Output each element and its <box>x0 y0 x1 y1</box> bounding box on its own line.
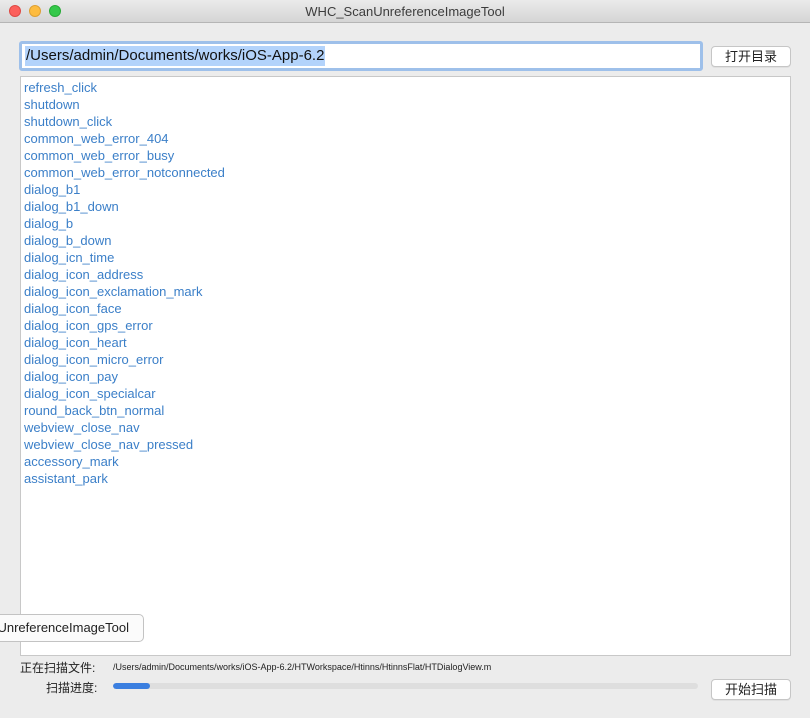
scan-progress-fill <box>113 683 151 689</box>
image-list-item[interactable]: common_web_error_busy <box>24 147 790 164</box>
image-list-item[interactable]: dialog_icon_micro_error <box>24 351 790 368</box>
image-list-item[interactable]: dialog_b1_down <box>24 198 790 215</box>
image-list-item[interactable]: refresh_click <box>24 79 790 96</box>
image-list-item[interactable]: accessory_mark <box>24 453 790 470</box>
image-list-item[interactable]: common_web_error_404 <box>24 130 790 147</box>
image-list-item[interactable]: dialog_icon_heart <box>24 334 790 351</box>
tooltip-text: WHC_ScanUnreferenceImageTool <box>0 620 129 635</box>
title-bar[interactable]: WHC_ScanUnreferenceImageTool <box>0 0 810 23</box>
scan-progress-label: 扫描进度: <box>46 681 98 695</box>
image-list-item[interactable]: dialog_b1 <box>24 181 790 198</box>
open-directory-button[interactable]: 打开目录 <box>711 46 791 67</box>
image-list-item[interactable]: dialog_b <box>24 215 790 232</box>
image-list-item[interactable]: round_back_btn_normal <box>24 402 790 419</box>
image-list-item[interactable]: webview_close_nav <box>24 419 790 436</box>
image-list-item[interactable]: dialog_icon_address <box>24 266 790 283</box>
image-list-item[interactable]: dialog_icn_time <box>24 249 790 266</box>
image-list-item[interactable]: shutdown <box>24 96 790 113</box>
image-list-item[interactable]: dialog_icon_pay <box>24 368 790 385</box>
image-list-item[interactable]: dialog_b_down <box>24 232 790 249</box>
image-list-item[interactable]: dialog_icon_gps_error <box>24 317 790 334</box>
directory-path-input[interactable]: /Users/admin/Documents/works/iOS-App-6.2 <box>19 41 703 71</box>
image-list-item[interactable]: assistant_park <box>24 470 790 487</box>
unreferenced-image-list[interactable]: refresh_click shutdown shutdown_click commo… <box>20 76 791 656</box>
image-list-item[interactable]: shutdown_click <box>24 113 790 130</box>
scan-progress-bar <box>113 683 698 689</box>
image-list-item[interactable]: webview_close_nav_pressed <box>24 436 790 453</box>
image-list-item[interactable]: dialog_icon_exclamation_mark <box>24 283 790 300</box>
app-window: WHC_ScanUnreferenceImageTool /Users/admi… <box>0 0 810 718</box>
image-list-item[interactable]: dialog_icon_specialcar <box>24 385 790 402</box>
scanning-file-label: 正在扫描文件: <box>20 661 96 675</box>
directory-path-text: /Users/admin/Documents/works/iOS-App-6.2 <box>25 46 326 66</box>
window-title: WHC_ScanUnreferenceImageTool <box>305 4 505 19</box>
image-list-item[interactable]: common_web_error_notconnected <box>24 164 790 181</box>
scanning-file-path: /Users/admin/Documents/works/iOS-App-6.2… <box>113 662 492 672</box>
image-list-item[interactable]: dialog_icon_face <box>24 300 790 317</box>
start-scan-button[interactable]: 开始扫描 <box>711 679 791 700</box>
image-list: refresh_click shutdown shutdown_click commo… <box>21 77 790 487</box>
app-name-tooltip: WHC_ScanUnreferenceImageTool <box>0 614 144 642</box>
